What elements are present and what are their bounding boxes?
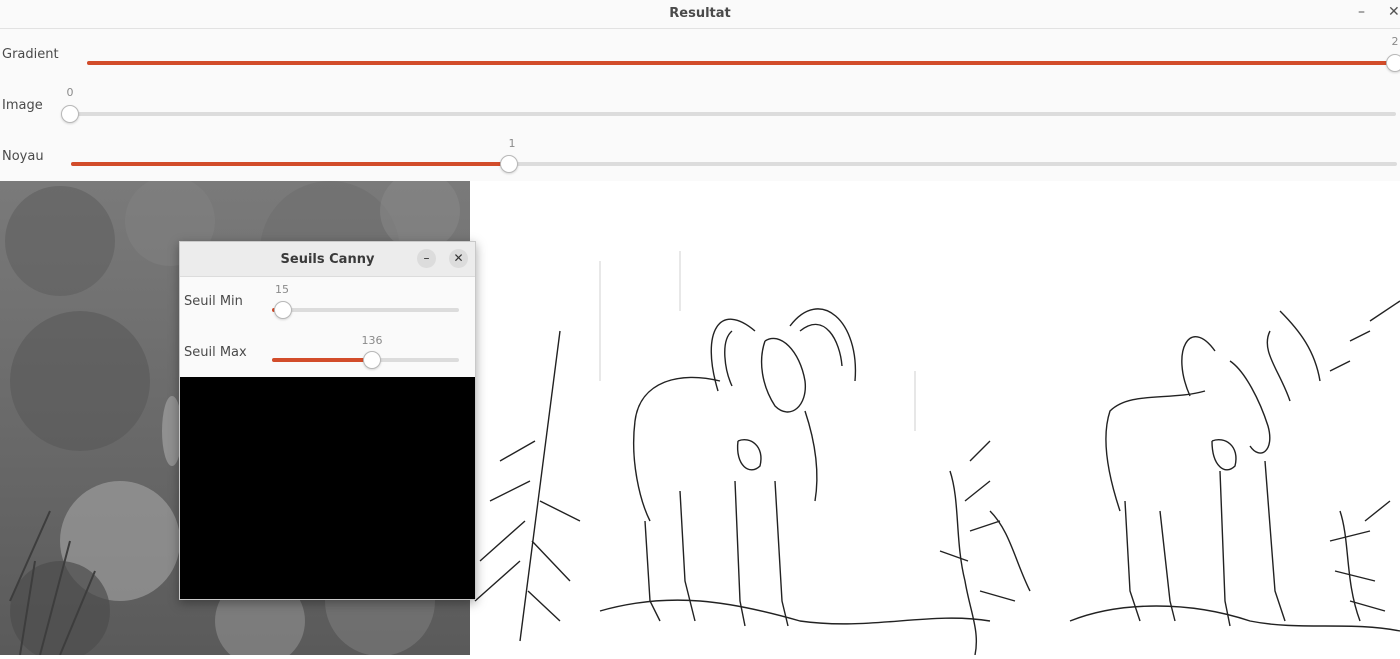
seuil-min-value: 15 xyxy=(275,283,289,296)
dialog-minimize-icon[interactable]: – xyxy=(417,249,436,268)
gradient-handle[interactable] xyxy=(1386,54,1400,72)
image-slider[interactable] xyxy=(61,105,1396,123)
seuils-canny-dialog: Seuils Canny – ✕ Seuil Min 15 Seuil Max … xyxy=(179,241,476,600)
image-label: Image xyxy=(2,98,43,113)
window-title: Resultat xyxy=(669,6,731,21)
gradient-label: Gradient xyxy=(2,47,59,62)
seuil-min-slider[interactable] xyxy=(272,301,459,319)
noyau-slider[interactable] xyxy=(71,155,1397,173)
dialog-preview-area xyxy=(180,377,475,599)
minimize-icon[interactable]: – xyxy=(1358,4,1365,20)
seuil-max-handle[interactable] xyxy=(362,351,381,369)
seuil-max-value: 136 xyxy=(361,334,383,347)
seuil-max-fill xyxy=(272,358,372,362)
title-bar: Resultat – ✕ xyxy=(0,0,1400,29)
noyau-value: 1 xyxy=(508,137,516,150)
noyau-handle[interactable] xyxy=(499,155,518,173)
noyau-label: Noyau xyxy=(2,149,44,164)
gradient-value: 2 xyxy=(1391,35,1399,48)
noyau-fill xyxy=(71,162,509,166)
gradient-slider[interactable] xyxy=(87,54,1400,72)
close-icon[interactable]: ✕ xyxy=(1388,4,1400,20)
edge-detection-output xyxy=(470,181,1400,656)
image-handle[interactable] xyxy=(61,105,79,123)
seuil-min-handle[interactable] xyxy=(274,301,292,319)
dialog-title-bar: Seuils Canny – ✕ xyxy=(180,242,475,277)
seuil-max-slider[interactable] xyxy=(272,351,459,369)
seuil-max-label: Seuil Max xyxy=(184,345,247,360)
image-value: 0 xyxy=(66,86,74,99)
dialog-close-icon[interactable]: ✕ xyxy=(449,249,468,268)
edge-lines xyxy=(474,251,1400,656)
trackbar-panel: Gradient 2 Image 0 Noyau 1 xyxy=(0,29,1400,181)
gradient-fill xyxy=(87,61,1395,65)
seuil-min-label: Seuil Min xyxy=(184,294,243,309)
